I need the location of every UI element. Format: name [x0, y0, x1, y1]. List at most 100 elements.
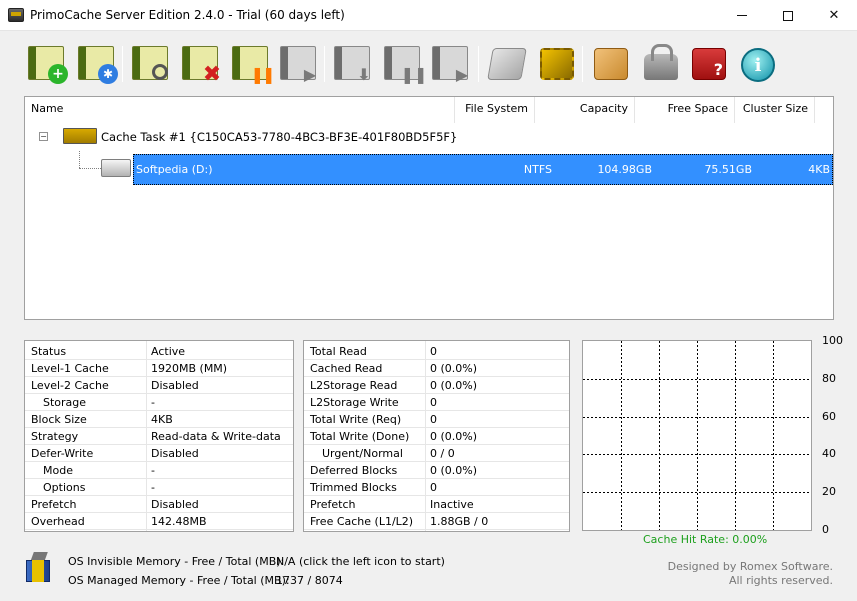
toolbar-separator [324, 46, 325, 82]
license-button[interactable] [638, 44, 682, 84]
grid-row: Total Read 0 [304, 343, 569, 360]
close-button[interactable]: ✕ [811, 0, 857, 31]
tree-connector [79, 168, 101, 169]
title-bar: PrimoCache Server Edition 2.4.0 - Trial … [0, 0, 857, 31]
grid-label: Total Write (Done) [310, 430, 410, 443]
play-icon: ▶ [303, 64, 317, 84]
minimize-icon [737, 15, 747, 16]
grid-value: Disabled [151, 447, 199, 460]
grid-row: Prefetch Disabled [25, 496, 293, 513]
y-tick-label: 80 [822, 371, 836, 385]
credit-line-1: Designed by Romex Software. [667, 560, 833, 573]
grid-value: Disabled [151, 498, 199, 511]
minimize-button[interactable] [719, 0, 765, 31]
grid-label: Deferred Blocks [310, 464, 398, 477]
grid-label: Status [31, 345, 67, 358]
cache-task-stats-button[interactable] [128, 44, 172, 84]
os-invisible-memory-value: N/A (click the left icon to start) [276, 555, 445, 568]
grid-label: Prefetch [31, 498, 77, 511]
grid-row: Strategy Read-data & Write-data [25, 428, 293, 445]
toolbar-separator [582, 46, 583, 82]
grid-row: L2Storage Write 0 [304, 394, 569, 411]
column-name[interactable]: Name [25, 97, 455, 123]
grid-label: Level-2 Cache [31, 379, 109, 392]
grid-label: Free Cache (L1/L2) [310, 515, 414, 528]
pause-icon: ❚❚ [400, 64, 428, 84]
tree-connector [79, 151, 80, 168]
y-tick-label: 20 [822, 485, 836, 499]
list-header: Name File System Capacity Free Space Clu… [25, 97, 833, 123]
grid-value: 0 [430, 481, 437, 494]
box-gear-icon [594, 48, 628, 80]
pause-cache-task-button[interactable]: ❚❚ [228, 44, 275, 84]
help-button[interactable] [686, 44, 730, 84]
chip-wrench-icon [540, 48, 574, 80]
plus-icon: + [48, 64, 68, 84]
collapse-icon[interactable]: − [39, 132, 48, 141]
os-managed-memory-label: OS Managed Memory - Free / Total (MB): [68, 574, 290, 587]
volume-row-selected[interactable]: Softpedia (D:) NTFS 104.98GB 75.51GB 4KB [133, 154, 833, 185]
grid-label: Cached Read [310, 362, 383, 375]
cache-task-row[interactable]: − Cache Task #1 {C150CA53-7780-4BC3-BF3E… [25, 123, 833, 151]
grid-value: Disabled [151, 379, 199, 392]
about-button[interactable]: i [736, 44, 780, 84]
cache-task-settings-button[interactable]: ✱ [74, 44, 118, 84]
status-grid: Status Active Level-1 Cache 1920MB (MM) Leve… [24, 340, 294, 532]
grid-row: Defer-Write Disabled [25, 445, 293, 462]
grid-value: 142.48MB [151, 515, 207, 528]
grid-row: Level-2 Cache Disabled [25, 377, 293, 394]
new-cache-task-button[interactable]: + [24, 44, 68, 84]
storage-settings-button[interactable] [484, 44, 528, 84]
play-icon: ▶ [455, 64, 469, 84]
grid-value: Active [151, 345, 186, 358]
grid-row: Overhead 142.48MB [25, 513, 293, 530]
grid-label: Total Read [310, 345, 367, 358]
resume-volume-button[interactable]: ▶ [428, 44, 472, 84]
global-settings-button[interactable] [588, 44, 632, 84]
close-icon: ✕ [828, 8, 840, 23]
grid-value: Inactive [430, 498, 474, 511]
grid-label: Defer-Write [31, 447, 94, 460]
toolbar: + ✱ ✖ ❚❚ ▶ ⬇ ❚❚ ▶ ? i [0, 32, 857, 96]
column-file-system[interactable]: File System [455, 97, 535, 123]
hard-disk-icon [101, 159, 131, 177]
help-book-icon [692, 48, 726, 80]
grid-value: 0 (0.0%) [430, 464, 478, 477]
grid-row: Storage - [25, 394, 293, 411]
grid-value: 0 [430, 396, 437, 409]
arrow-down-icon: ⬇ [357, 64, 371, 84]
grid-value: 4KB [151, 413, 173, 426]
app-icon[interactable] [8, 8, 24, 22]
os-invisible-memory-label: OS Invisible Memory - Free / Total (MB): [68, 555, 285, 568]
chart-plot-area [583, 341, 811, 530]
grid-label: Options [43, 481, 86, 494]
memory-toggle-icon[interactable] [24, 552, 54, 584]
column-cluster-size[interactable]: Cluster Size [735, 97, 815, 123]
memory-settings-button[interactable] [534, 44, 578, 84]
cache-hit-rate-caption: Cache Hit Rate: 0.00% [643, 533, 768, 546]
grid-label: Strategy [31, 430, 79, 443]
column-free-space[interactable]: Free Space [635, 97, 735, 123]
grid-row: Trimmed Blocks 0 [304, 479, 569, 496]
grid-row: Prefetch Inactive [304, 496, 569, 513]
statistics-grid: Total Read 0 Cached Read 0 (0.0%) L2Storage … [303, 340, 570, 532]
grid-label: L2Storage Read [310, 379, 398, 392]
grid-row: Status Active [25, 343, 293, 360]
credit-line-2: All rights reserved. [728, 574, 833, 587]
grid-label: Storage [43, 396, 87, 409]
pause-volume-button[interactable]: ❚❚ [380, 44, 428, 84]
y-tick-label: 60 [822, 409, 836, 423]
os-managed-memory-value: 1737 / 8074 [276, 574, 343, 587]
grid-label: Level-1 Cache [31, 362, 109, 375]
grid-row: Block Size 4KB [25, 411, 293, 428]
column-capacity[interactable]: Capacity [535, 97, 635, 123]
grid-label: Total Write (Req) [310, 413, 402, 426]
flush-volume-button[interactable]: ⬇ [330, 44, 374, 84]
maximize-button[interactable] [765, 0, 811, 31]
resume-cache-task-button[interactable]: ▶ [276, 44, 320, 84]
grid-row: Mode - [25, 462, 293, 479]
delete-cache-task-button[interactable]: ✖ [178, 44, 222, 87]
volume-file-system: NTFS [523, 163, 552, 176]
cache-task-list[interactable]: Name File System Capacity Free Space Clu… [24, 96, 834, 320]
lock-key-icon [644, 44, 678, 80]
